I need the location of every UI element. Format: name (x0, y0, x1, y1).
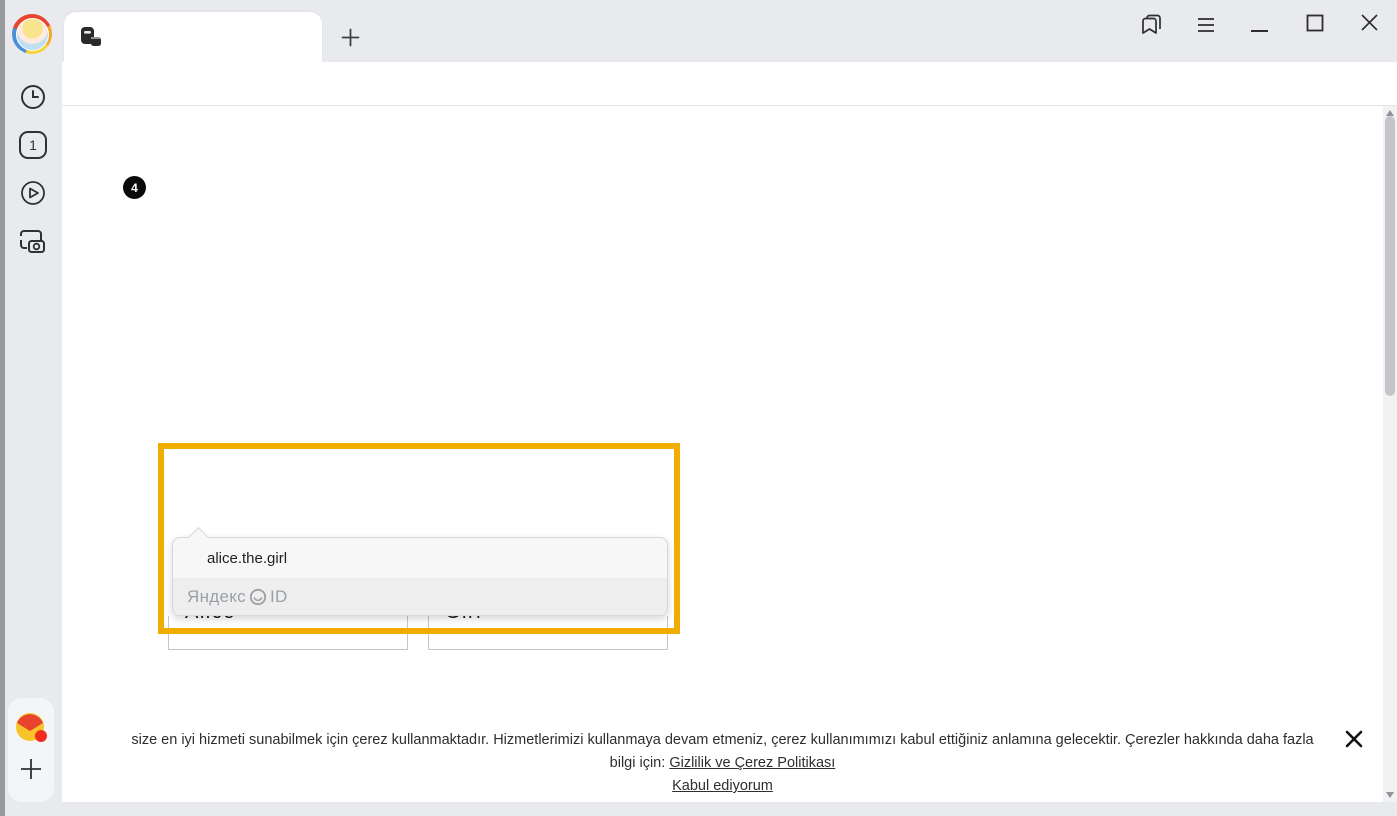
window-maximize-button[interactable] (1306, 14, 1324, 32)
window-bottom-edge (5, 802, 1397, 816)
tab-count-label: 1 (29, 137, 37, 153)
add-panel-button[interactable] (18, 756, 44, 782)
cookie-text-prefix: bilgi için: (610, 755, 670, 771)
cookie-banner: size en iyi hizmeti sunabilmek için çere… (62, 726, 1383, 802)
user-avatar[interactable] (12, 14, 52, 54)
yandex-mail-icon[interactable] (13, 710, 49, 746)
browser-sidebar: 1 (0, 0, 62, 816)
browser-window: 1 (0, 0, 1397, 816)
browser-menu-icon[interactable] (1196, 15, 1216, 35)
tab-count-button[interactable]: 1 (19, 131, 47, 159)
browser-toolbar (62, 62, 1397, 106)
sidebar-bottom-panel (8, 698, 54, 802)
cookie-text-line2: bilgi için: Gizlilik ve Çerez Politikası (62, 755, 1383, 771)
avatar-face (16, 18, 49, 51)
tab-favicon (79, 25, 103, 49)
bookmarks-panel-icon[interactable] (1139, 12, 1163, 36)
cookie-accept-row: Kabul ediyorum (62, 778, 1383, 794)
notification-badge: 4 (123, 176, 146, 199)
privacy-policy-link[interactable]: Gizlilik ve Çerez Politikası (669, 755, 835, 771)
cookie-text-line1: size en iyi hizmeti sunabilmek için çere… (62, 732, 1383, 748)
screenshot-icon[interactable] (17, 227, 47, 255)
window-minimize-button[interactable] (1251, 29, 1268, 33)
window-close-button[interactable] (1360, 13, 1379, 32)
scroll-down-arrow[interactable] (1386, 792, 1394, 798)
action-highlight-box (158, 443, 680, 634)
page-scrollbar[interactable] (1383, 106, 1397, 802)
video-play-icon[interactable] (19, 179, 47, 207)
new-tab-button[interactable] (340, 27, 361, 48)
window-left-edge (0, 0, 5, 816)
cookie-close-icon[interactable] (1345, 730, 1363, 748)
history-icon[interactable] (19, 83, 47, 111)
scrollbar-thumb[interactable] (1385, 116, 1395, 396)
active-tab[interactable] (64, 12, 322, 62)
notification-count: 4 (131, 181, 138, 195)
cookie-accept-link[interactable]: Kabul ediyorum (672, 778, 773, 794)
